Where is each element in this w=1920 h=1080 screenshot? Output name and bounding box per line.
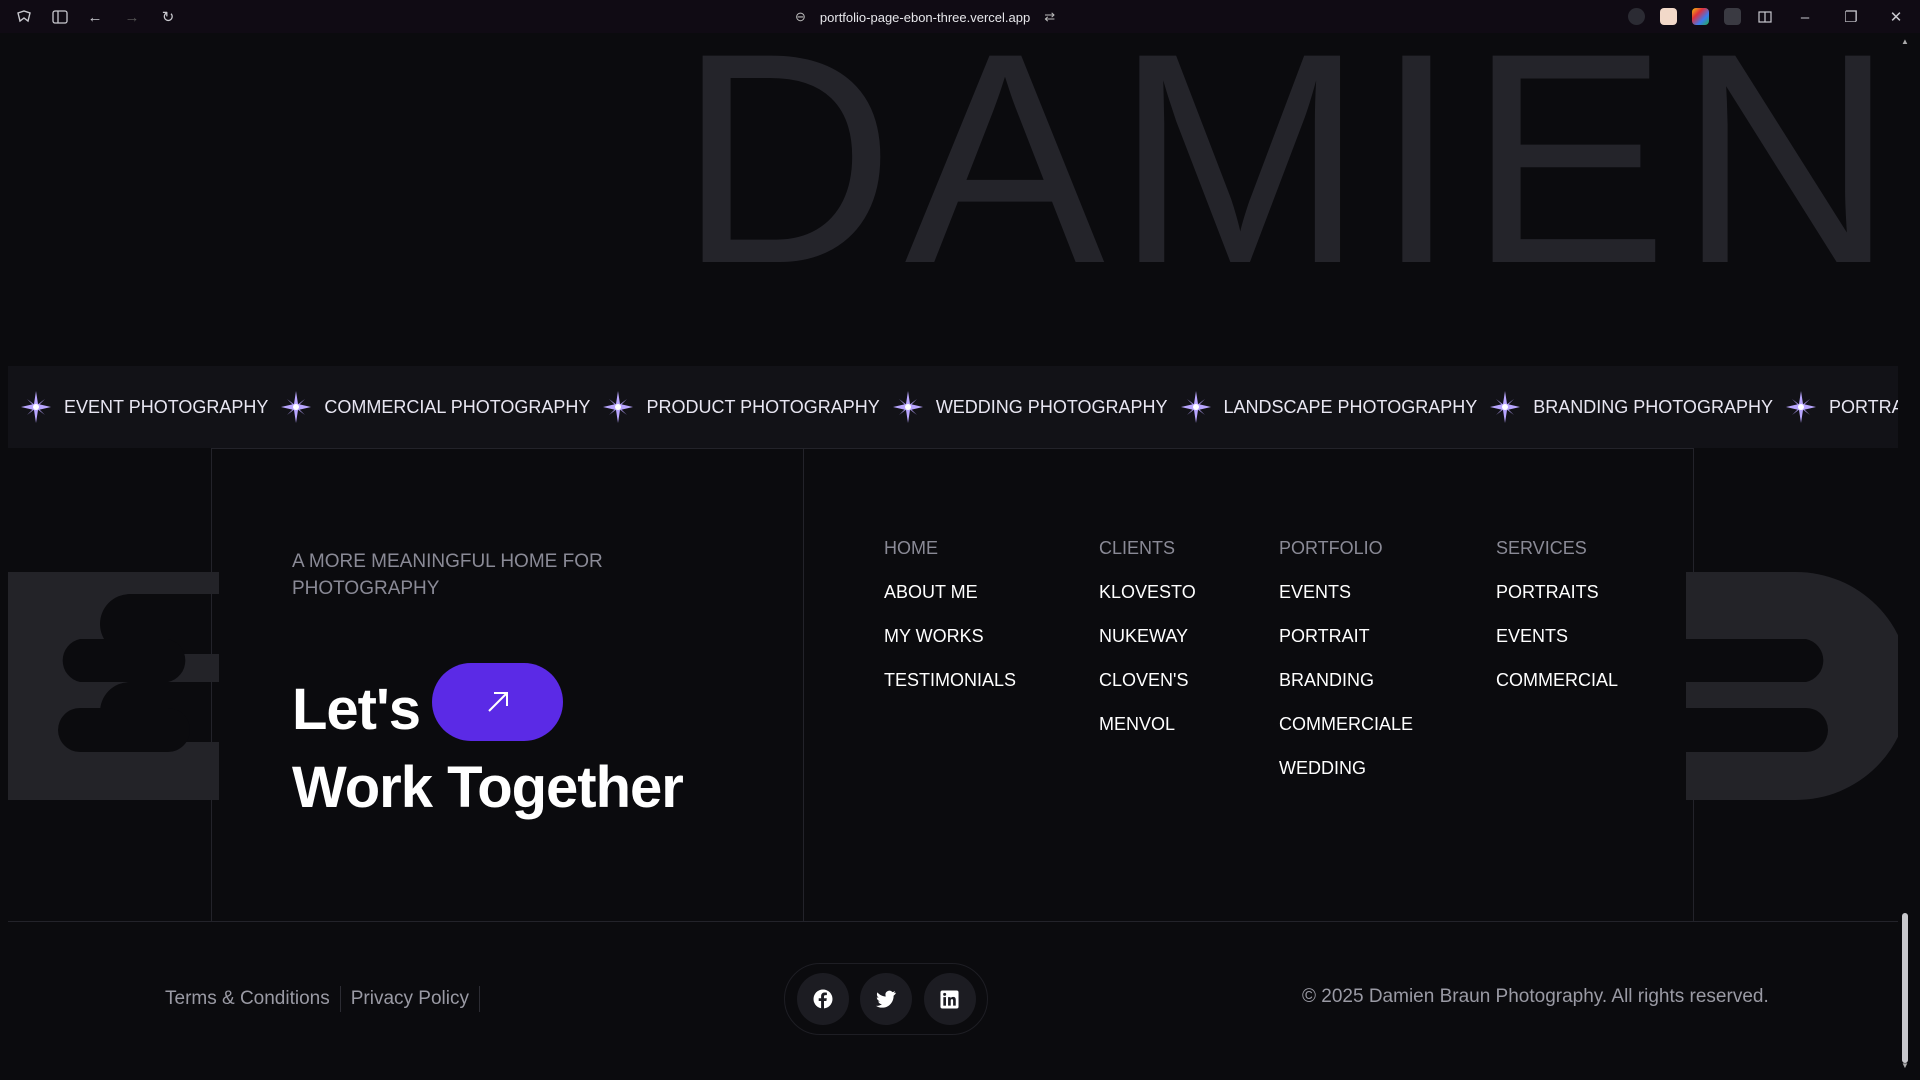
extension-eyes-icon[interactable] — [1628, 8, 1645, 25]
cta-heading-line1: Let's — [292, 677, 421, 742]
copyright-text: © 2025 Damien Braun Photography. All rig… — [1302, 986, 1769, 1007]
marquee-item: PORTRAIT PHOTOGRAPHY — [1773, 389, 1898, 425]
twitter-button[interactable] — [860, 973, 912, 1025]
cta-heading-line2: Work Together — [292, 755, 684, 820]
url-text[interactable]: portfolio-page-ebon-three.vercel.app — [820, 10, 1030, 25]
reload-icon[interactable]: ↻ — [157, 6, 179, 28]
footer-link-commerciale[interactable]: COMMERCIALE — [1279, 714, 1413, 738]
marquee-item: EVENT PHOTOGRAPHY — [8, 389, 268, 425]
extension-notes-icon[interactable] — [1660, 8, 1677, 25]
footer-column-services: SERVICES PORTRAITS EVENTS COMMERCIAL — [1496, 538, 1618, 714]
address-bar[interactable]: ⊖ portfolio-page-ebon-three.vercel.app ⇄ — [795, 6, 1055, 28]
divider — [803, 448, 804, 921]
legal-links: Terms & Conditions Privacy Policy — [165, 986, 490, 1012]
scrollbar-thumb[interactable] — [1902, 913, 1908, 1063]
twitter-icon — [876, 990, 896, 1008]
divider — [211, 448, 1693, 449]
footer-link-portraits[interactable]: PORTRAITS — [1496, 582, 1618, 606]
linkedin-button[interactable] — [923, 973, 976, 1025]
browser-logo-icon[interactable] — [13, 6, 35, 28]
facebook-icon — [813, 989, 832, 1009]
footer-link-my-works[interactable]: MY WORKS — [884, 626, 1016, 650]
brand-logo-left-icon — [8, 572, 219, 800]
cta-arrow-button[interactable] — [432, 663, 563, 741]
marquee-item-label: WEDDING PHOTOGRAPHY — [935, 396, 1168, 417]
marquee-item-label: LANDSCAPE PHOTOGRAPHY — [1223, 396, 1478, 417]
restore-icon[interactable]: ❐ — [1840, 6, 1862, 28]
column-heading: CLIENTS — [1099, 538, 1176, 558]
extension-font-icon[interactable] — [1724, 8, 1741, 25]
sparkle-star-icon — [18, 389, 54, 425]
divider — [339, 986, 341, 1012]
marquee-item: COMMERCIAL PHOTOGRAPHY — [268, 389, 590, 425]
sparkle-star-icon — [1178, 389, 1214, 425]
footer-column-home: HOME ABOUT ME MY WORKS TESTIMONIALS — [884, 538, 1016, 714]
sparkle-star-icon — [278, 389, 314, 425]
privacy-link[interactable]: Privacy Policy — [351, 988, 469, 1010]
browser-toolbar: ← → ↻ ⊖ portfolio-page-ebon-three.vercel… — [0, 0, 1920, 33]
footer-link-about-me[interactable]: ABOUT ME — [884, 582, 1016, 606]
forward-icon[interactable]: → — [121, 6, 143, 28]
scroll-down-icon[interactable]: ▼ — [1901, 1061, 1909, 1070]
social-links — [784, 963, 988, 1035]
page-scrollbar[interactable]: ▲ ▼ — [1898, 33, 1912, 1075]
minimize-icon[interactable]: – — [1794, 6, 1816, 28]
facebook-button[interactable] — [796, 973, 849, 1025]
back-icon[interactable]: ← — [84, 6, 106, 28]
terms-link[interactable]: Terms & Conditions — [165, 988, 330, 1010]
marquee-item-label: BRANDING PHOTOGRAPHY — [1533, 396, 1773, 417]
divider — [478, 986, 480, 1012]
footer-column-portfolio: PORTFOLIO EVENTS PORTRAIT BRANDING COMME… — [1279, 538, 1413, 802]
marquee-item: WEDDING PHOTOGRAPHY — [880, 389, 1168, 425]
services-marquee: EVENT PHOTOGRAPHY COMMERCIAL PHOTOGRAPHY P… — [8, 366, 1898, 448]
column-heading: SERVICES — [1496, 538, 1587, 558]
sparkle-star-icon — [600, 389, 636, 425]
footer-link-clovens[interactable]: CLOVEN'S — [1099, 670, 1196, 694]
marquee-item-label: PRODUCT PHOTOGRAPHY — [646, 396, 880, 417]
footer-link-wedding[interactable]: WEDDING — [1279, 758, 1413, 782]
footer-link-nukeway[interactable]: NUKEWAY — [1099, 626, 1196, 650]
sparkle-star-icon — [1487, 389, 1523, 425]
close-icon[interactable]: ✕ — [1885, 6, 1907, 28]
footer-column-clients: CLIENTS KLOVESTO NUKEWAY CLOVEN'S MENVOL — [1099, 538, 1196, 758]
footer-tagline: A MORE MEANINGFUL HOME FOR PHOTOGRAPHY — [292, 551, 603, 599]
column-heading[interactable]: HOME — [884, 538, 1016, 562]
marquee-item: BRANDING PHOTOGRAPHY — [1477, 389, 1773, 425]
footer-bottom-bar: Terms & Conditions Privacy Policy © 2025… — [8, 921, 1898, 1075]
linkedin-icon — [940, 989, 959, 1009]
sparkle-star-icon — [890, 389, 926, 425]
marquee-item: PRODUCT PHOTOGRAPHY — [590, 389, 880, 425]
marquee-item: LANDSCAPE PHOTOGRAPHY — [1168, 389, 1478, 425]
sparkle-star-icon — [1783, 389, 1819, 425]
footer-link-events-service[interactable]: EVENTS — [1496, 626, 1618, 650]
marquee-item-label: COMMERCIAL PHOTOGRAPHY — [324, 396, 591, 417]
page-viewport: DAMIEN EVENT PHOTOGRAPHY COMMERCIAL PHOTO… — [8, 33, 1898, 1075]
footer-link-testimonials[interactable]: TESTIMONIALS — [884, 670, 1016, 694]
footer-link-menvol[interactable]: MENVOL — [1099, 714, 1196, 738]
column-heading: PORTFOLIO — [1279, 538, 1383, 558]
marquee-item-label: PORTRAIT PHOTOGRAPHY — [1828, 396, 1898, 417]
scroll-up-icon[interactable]: ▲ — [1901, 37, 1909, 46]
footer-link-portrait[interactable]: PORTRAIT — [1279, 626, 1413, 650]
site-settings-icon[interactable]: ⇄ — [1044, 9, 1055, 25]
footer-main: A MORE MEANINGFUL HOME FOR PHOTOGRAPHY L… — [8, 448, 1898, 922]
extension-color-icon[interactable] — [1692, 8, 1709, 25]
sidebar-toggle-icon[interactable] — [49, 6, 71, 28]
footer-link-branding[interactable]: BRANDING — [1279, 670, 1413, 694]
arrow-up-right-icon — [487, 692, 508, 712]
footer-link-events[interactable]: EVENTS — [1279, 582, 1413, 606]
footer-link-commercial[interactable]: COMMERCIAL — [1496, 670, 1618, 694]
footer-link-klovesto[interactable]: KLOVESTO — [1099, 582, 1196, 606]
brand-logo-right-icon — [1686, 572, 1898, 800]
hero-big-name: DAMIEN — [678, 33, 1898, 326]
split-view-icon[interactable] — [1754, 6, 1776, 28]
site-info-icon[interactable]: ⊖ — [795, 9, 806, 25]
marquee-item-label: EVENT PHOTOGRAPHY — [64, 396, 269, 417]
